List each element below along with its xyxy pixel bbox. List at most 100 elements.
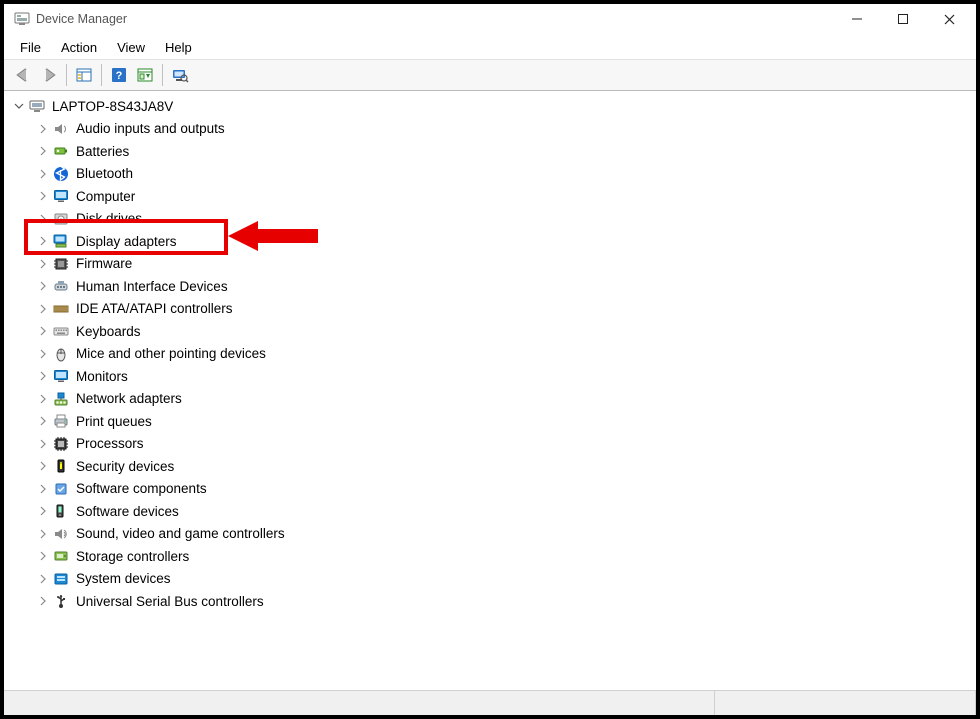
storage-icon (52, 547, 70, 565)
tree-item-label: Computer (76, 189, 135, 204)
tree-item-label: Keyboards (76, 324, 141, 339)
chevron-right-icon[interactable] (36, 167, 50, 181)
tree-item-speaker[interactable]: Audio inputs and outputs (12, 118, 976, 141)
tree-item-security[interactable]: Security devices (12, 455, 976, 478)
tree-item-storage[interactable]: Storage controllers (12, 545, 976, 568)
chevron-right-icon[interactable] (36, 437, 50, 451)
close-button[interactable] (926, 4, 972, 34)
chevron-right-icon[interactable] (36, 392, 50, 406)
network-icon (52, 390, 70, 408)
tree-item-label: Display adapters (76, 234, 177, 249)
tree-item-label: System devices (76, 571, 171, 586)
software-device-icon (52, 502, 70, 520)
tree-item-label: Mice and other pointing devices (76, 346, 266, 361)
chevron-right-icon[interactable] (36, 212, 50, 226)
tree-item-hid[interactable]: Human Interface Devices (12, 275, 976, 298)
chevron-right-icon[interactable] (36, 144, 50, 158)
tree-item-label: Software devices (76, 504, 179, 519)
chevron-down-icon[interactable] (12, 99, 26, 113)
menu-help[interactable]: Help (155, 35, 202, 59)
system-icon (52, 570, 70, 588)
sound-icon (52, 525, 70, 543)
chevron-right-icon[interactable] (36, 414, 50, 428)
security-icon (52, 457, 70, 475)
tree-item-disk[interactable]: Disk drives (12, 208, 976, 231)
tree-item-label: Software components (76, 481, 207, 496)
tree-item-cpu[interactable]: Processors (12, 433, 976, 456)
chevron-right-icon[interactable] (36, 572, 50, 586)
chevron-right-icon[interactable] (36, 527, 50, 541)
tree-item-label: IDE ATA/ATAPI controllers (76, 301, 233, 316)
tree-item-label: Batteries (76, 144, 129, 159)
chevron-right-icon[interactable] (36, 459, 50, 473)
back-button[interactable] (10, 62, 36, 88)
keyboard-icon (52, 322, 70, 340)
tree-item-label: Monitors (76, 369, 128, 384)
tree-item-label: Sound, video and game controllers (76, 526, 285, 541)
chevron-right-icon[interactable] (36, 347, 50, 361)
tree-item-label: Audio inputs and outputs (76, 121, 225, 136)
update-driver-button[interactable] (132, 62, 158, 88)
tree-item-software-component[interactable]: Software components (12, 478, 976, 501)
software-component-icon (52, 480, 70, 498)
toolbar: ? (4, 60, 976, 91)
tree-item-sound[interactable]: Sound, video and game controllers (12, 523, 976, 546)
chevron-right-icon[interactable] (36, 234, 50, 248)
tree-item-label: Print queues (76, 414, 152, 429)
tree-item-mouse[interactable]: Mice and other pointing devices (12, 343, 976, 366)
minimize-button[interactable] (834, 4, 880, 34)
chevron-right-icon[interactable] (36, 482, 50, 496)
speaker-icon (52, 120, 70, 138)
tree-item-usb[interactable]: Universal Serial Bus controllers (12, 590, 976, 613)
chevron-right-icon[interactable] (36, 189, 50, 203)
chevron-right-icon[interactable] (36, 302, 50, 316)
tree-item-network[interactable]: Network adapters (12, 388, 976, 411)
chevron-right-icon[interactable] (36, 549, 50, 563)
tree-item-printer[interactable]: Print queues (12, 410, 976, 433)
chevron-right-icon[interactable] (36, 122, 50, 136)
chevron-right-icon[interactable] (36, 257, 50, 271)
app-icon (14, 11, 30, 27)
help-button[interactable]: ? (106, 62, 132, 88)
device-tree-pane[interactable]: LAPTOP-8S43JA8V Audio inputs and outputs B… (4, 91, 976, 690)
menu-action[interactable]: Action (51, 35, 107, 59)
tree-item-system[interactable]: System devices (12, 568, 976, 591)
menubar: File Action View Help (4, 35, 976, 60)
tree-item-keyboard[interactable]: Keyboards (12, 320, 976, 343)
display-adapter-icon (52, 232, 70, 250)
device-manager-window: Device Manager File Action View Help (4, 4, 976, 715)
tree-item-battery[interactable]: Batteries (12, 140, 976, 163)
tree-item-label: Human Interface Devices (76, 279, 228, 294)
scan-hardware-button[interactable] (167, 62, 193, 88)
chevron-right-icon[interactable] (36, 279, 50, 293)
tree-item-label: LAPTOP-8S43JA8V (52, 99, 173, 114)
maximize-button[interactable] (880, 4, 926, 34)
tree-item-monitor[interactable]: Computer (12, 185, 976, 208)
chevron-right-icon[interactable] (36, 504, 50, 518)
menu-view[interactable]: View (107, 35, 155, 59)
window-title: Device Manager (36, 12, 127, 26)
monitor-icon (52, 367, 70, 385)
menu-file[interactable]: File (10, 35, 51, 59)
tree-item-label: Firmware (76, 256, 132, 271)
chevron-right-icon[interactable] (36, 369, 50, 383)
ide-icon (52, 300, 70, 318)
hid-icon (52, 277, 70, 295)
tree-item-software-device[interactable]: Software devices (12, 500, 976, 523)
tree-item-display-adapter[interactable]: Display adapters (12, 230, 976, 253)
battery-icon (52, 142, 70, 160)
tree-item-label: Disk drives (76, 211, 142, 226)
chevron-right-icon[interactable] (36, 594, 50, 608)
show-hidden-button[interactable] (71, 62, 97, 88)
tree-item-bluetooth[interactable]: Bluetooth (12, 163, 976, 186)
tree-item-chip[interactable]: Firmware (12, 253, 976, 276)
printer-icon (52, 412, 70, 430)
tree-item-monitor[interactable]: Monitors (12, 365, 976, 388)
tree-item-label: Bluetooth (76, 166, 133, 181)
tree-item-label: Processors (76, 436, 144, 451)
titlebar: Device Manager (4, 4, 976, 35)
tree-item-ide[interactable]: IDE ATA/ATAPI controllers (12, 298, 976, 321)
chevron-right-icon[interactable] (36, 324, 50, 338)
tree-root-node[interactable]: LAPTOP-8S43JA8V (12, 95, 976, 118)
forward-button[interactable] (36, 62, 62, 88)
